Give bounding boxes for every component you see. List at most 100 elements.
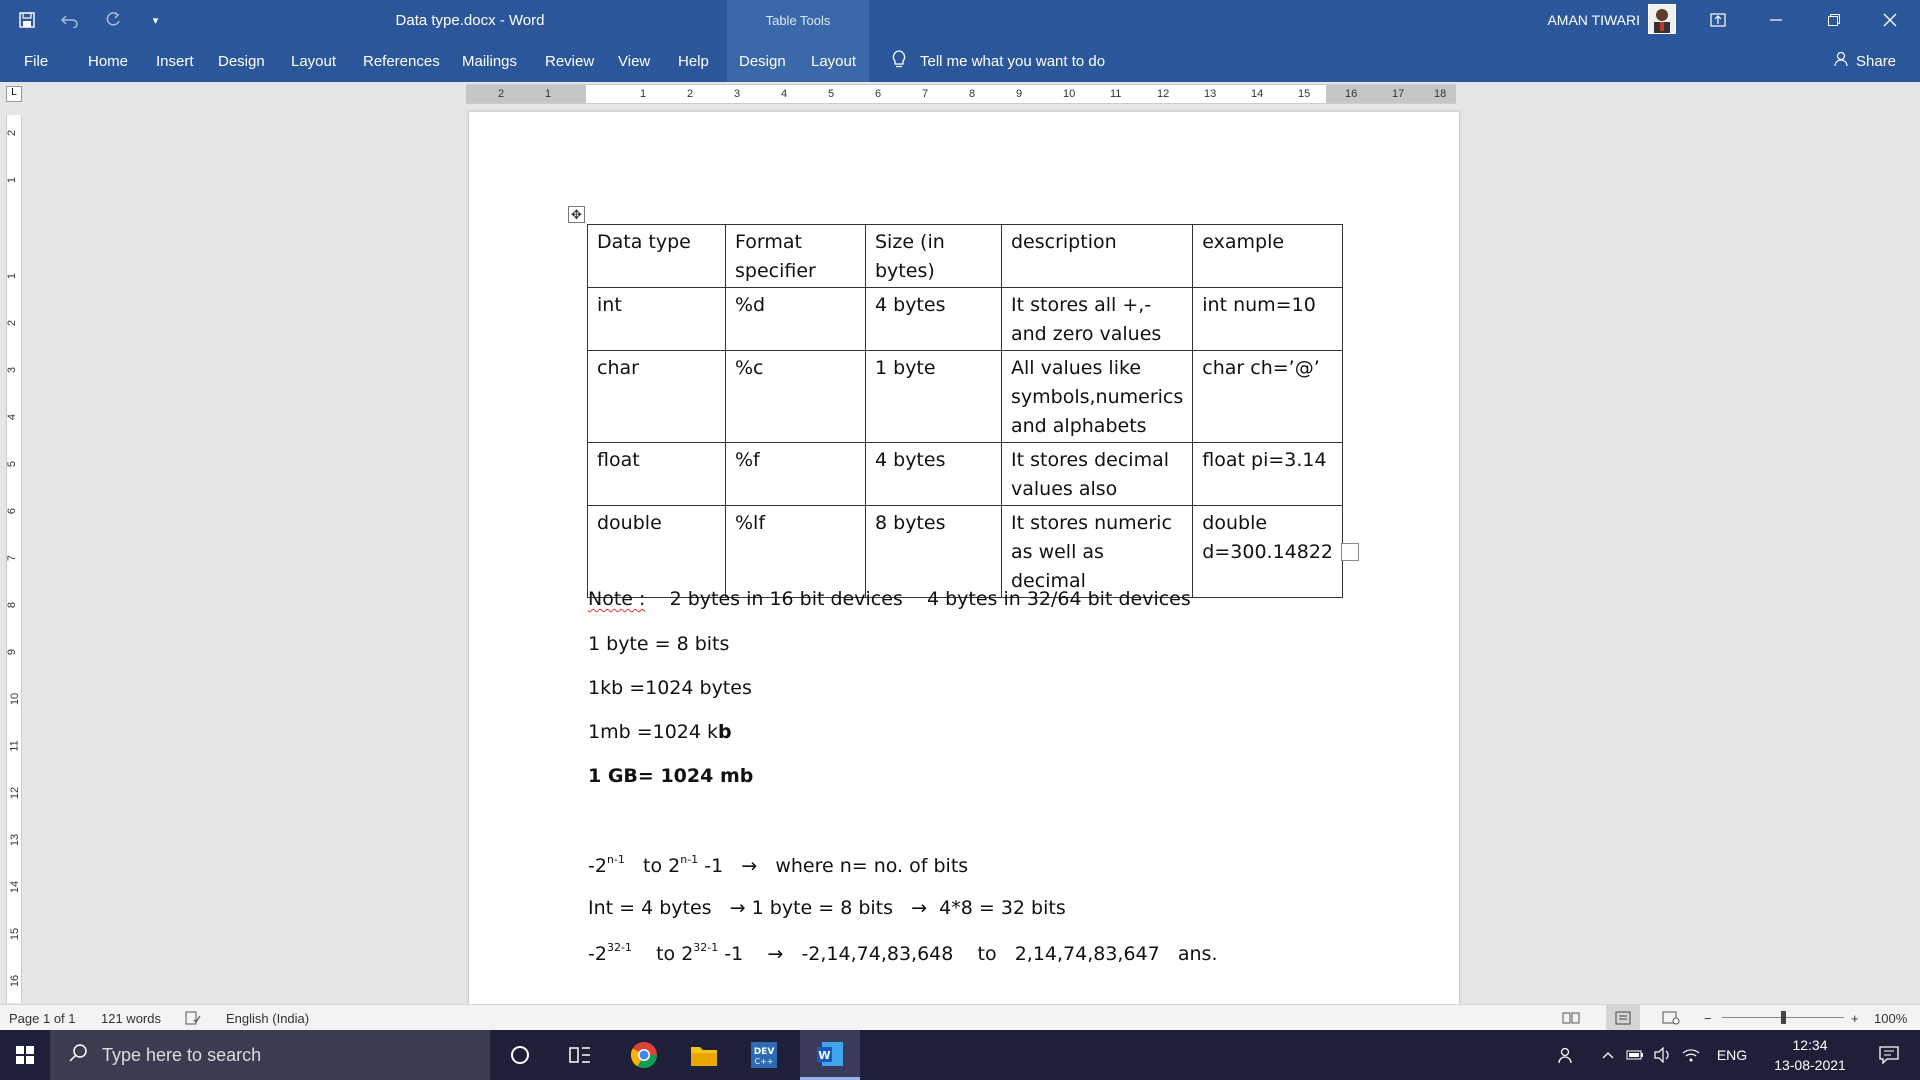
ruler-label: 8 [969,88,976,100]
windows-start-icon[interactable] [0,1030,50,1080]
print-layout-icon[interactable] [1606,1005,1640,1031]
zoom-slider-thumb[interactable] [1781,1011,1786,1024]
proofing-icon[interactable] [185,1005,201,1031]
ribbon-display-icon[interactable] [1694,0,1742,40]
horizontal-ruler[interactable]: 2 1 1 2 3 4 5 6 7 8 9 10 11 12 13 14 15 … [466,84,1456,104]
table-cell[interactable]: It stores all +,- and zero values [1000,287,1194,351]
tell-me-box[interactable]: Tell me what you want to do [884,40,1113,82]
table-cell[interactable]: 4 bytes [865,442,1002,506]
table-cell[interactable]: Data type [587,224,726,288]
int-size-paragraph[interactable]: Int = 4 bytes → 1 byte = 8 bits → 4*8 = … [588,897,1066,919]
table-resize-handle[interactable] [1341,543,1359,561]
input-language[interactable]: ENG [1712,1030,1752,1080]
table-cell[interactable]: char [587,350,726,443]
file-explorer-icon[interactable] [680,1030,728,1080]
table-cell[interactable]: %f [725,442,866,506]
table-cell[interactable]: description [1000,224,1194,288]
table-cell[interactable]: example [1192,224,1344,288]
tab-references[interactable]: References [355,40,448,82]
chevron-up-icon[interactable] [1596,1030,1620,1080]
task-view-icon[interactable] [556,1030,604,1080]
tab-table-layout[interactable]: Layout [803,40,864,82]
customize-icon[interactable]: ▾ [145,9,166,31]
tab-insert[interactable]: Insert [148,40,202,82]
table-cell[interactable]: 4 bytes [865,287,1002,351]
ruler-label: 6 [875,88,882,100]
table-cell[interactable]: int num=10 [1192,287,1344,351]
share-button[interactable]: Share [1826,40,1904,82]
kb-paragraph[interactable]: 1kb =1024 bytes [588,677,752,699]
battery-icon[interactable] [1622,1030,1648,1080]
table-cell[interactable]: It stores decimal values also [1000,442,1194,506]
user-name[interactable]: AMAN TIWARI [1530,0,1640,40]
ruler-label: 2 [498,88,505,100]
language[interactable]: English (India) [226,1005,309,1031]
tab-mailings[interactable]: Mailings [454,40,525,82]
wifi-icon[interactable] [1678,1030,1704,1080]
tab-review[interactable]: Review [537,40,602,82]
tab-layout[interactable]: Layout [283,40,344,82]
redo-icon[interactable] [102,9,123,31]
notification-icon[interactable] [1866,1030,1912,1080]
ruler-label: 2 [6,129,19,137]
web-layout-icon[interactable] [1662,1005,1680,1031]
dev-cpp-icon[interactable]: DEV C++ [740,1030,788,1080]
gb-paragraph[interactable]: 1 GB= 1024 mb [588,765,753,787]
word-app-icon[interactable]: W [800,1030,860,1080]
table-cell[interactable]: All values like symbols,numerics and alp… [1000,350,1194,443]
table-cell[interactable]: double [587,505,726,598]
vertical-ruler[interactable]: 2 1 1 2 3 4 5 6 7 8 9 10 11 12 13 14 15 … [6,115,22,1003]
table-cell[interactable]: float [587,442,726,506]
table-cell[interactable]: Format specifier [725,224,866,288]
ruler-label: 1 [640,88,647,100]
ruler-label: 14 [9,880,22,894]
table-cell[interactable]: %c [725,350,866,443]
table-move-handle-icon[interactable]: ✥ [568,206,585,223]
chrome-icon[interactable] [620,1030,668,1080]
table-cell[interactable]: double d=300.14822 [1192,505,1344,598]
close-icon[interactable] [1866,0,1914,40]
table-cell[interactable]: Size (in bytes) [865,224,1002,288]
tab-help[interactable]: Help [670,40,717,82]
table-row: Data type Format specifier Size (in byte… [587,224,1344,288]
status-bar: Page 1 of 1 121 words English (India) − … [0,1004,1920,1031]
undo-icon[interactable] [59,9,80,31]
restore-icon[interactable] [1810,0,1858,40]
cortana-icon[interactable] [496,1030,544,1080]
table-cell[interactable]: 1 byte [865,350,1002,443]
word-count[interactable]: 121 words [101,1005,161,1031]
table-cell[interactable]: %d [725,287,866,351]
read-mode-icon[interactable] [1562,1005,1580,1031]
save-icon[interactable] [16,9,37,31]
tab-home[interactable]: Home [80,40,136,82]
table-cell[interactable]: int [587,287,726,351]
int-range-paragraph[interactable]: -232-1 to 232-1 -1 → -2,14,74,83,648 to … [588,941,1217,965]
table-cell[interactable]: 8 bytes [865,505,1002,598]
zoom-level[interactable]: 100% [1874,1005,1907,1031]
range-paragraph[interactable]: -2n-1 to 2n-1 -1 → where n= no. of bits [588,853,968,877]
table-cell[interactable]: float pi=3.14 [1192,442,1344,506]
table-row: int %d 4 bytes It stores all +,- and zer… [587,287,1344,351]
tab-file[interactable]: File [16,40,56,82]
tab-selector[interactable]: L [6,86,22,102]
table-cell[interactable]: It stores numeric as well as decimal [1000,505,1194,598]
tab-view[interactable]: View [610,40,658,82]
zoom-out-button[interactable]: − [1704,1005,1712,1031]
clock[interactable]: 12:34 13-08-2021 [1760,1030,1860,1080]
data-type-table[interactable]: Data type Format specifier Size (in byte… [587,224,1344,598]
minimize-icon[interactable] [1752,0,1800,40]
tab-design[interactable]: Design [210,40,273,82]
mb-paragraph[interactable]: 1mb =1024 kb [588,721,732,743]
zoom-in-button[interactable]: + [1851,1005,1859,1031]
taskbar-search[interactable]: Type here to search [50,1030,490,1080]
volume-icon[interactable] [1650,1030,1676,1080]
table-cell[interactable]: %lf [725,505,866,598]
ruler-label: 13 [1204,88,1217,100]
tab-table-design[interactable]: Design [731,40,794,82]
note-paragraph[interactable]: Note : 2 bytes in 16 bit devices 4 bytes… [588,588,1191,610]
table-cell[interactable]: char ch=’@’ [1192,350,1344,443]
avatar[interactable] [1648,4,1676,34]
byte-paragraph[interactable]: 1 byte = 8 bits [588,633,729,655]
page-count[interactable]: Page 1 of 1 [9,1005,76,1031]
people-icon[interactable] [1550,1030,1584,1080]
